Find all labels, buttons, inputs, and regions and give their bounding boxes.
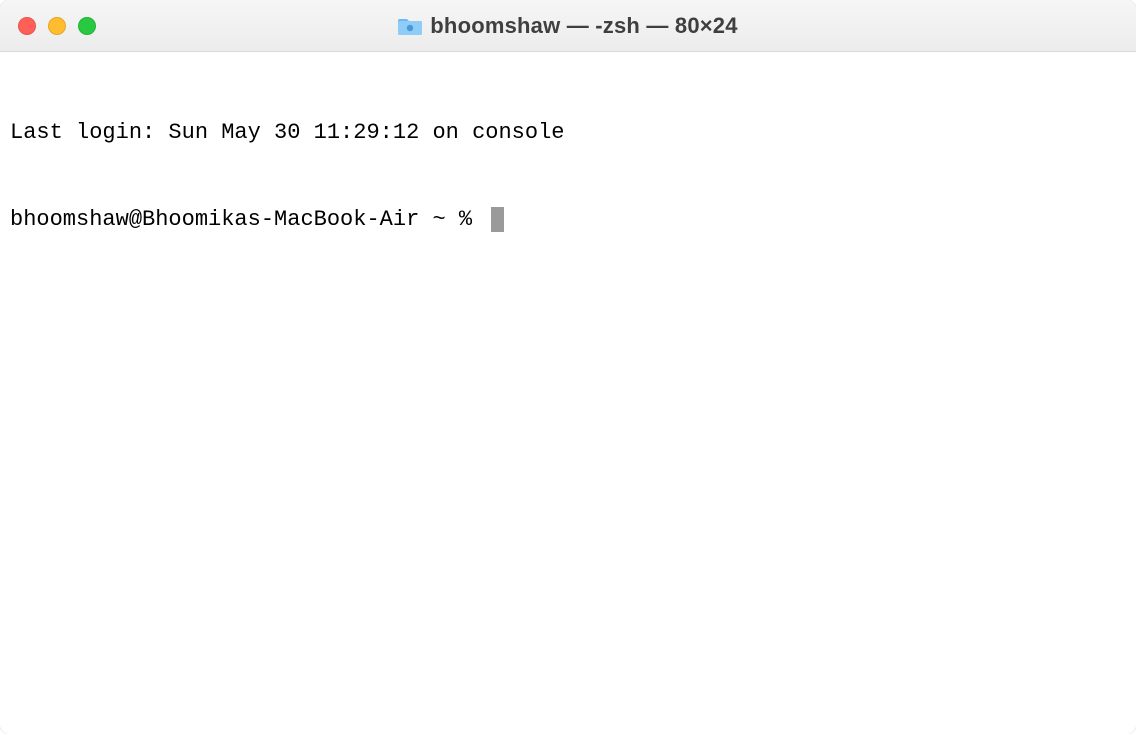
prompt-line: bhoomshaw@Bhoomikas-MacBook-Air ~ % xyxy=(10,205,1126,234)
terminal-body[interactable]: Last login: Sun May 30 11:29:12 on conso… xyxy=(0,52,1136,734)
terminal-window: bhoomshaw — -zsh — 80×24 Last login: Sun… xyxy=(0,0,1136,734)
traffic-lights xyxy=(18,17,96,35)
zoom-button[interactable] xyxy=(78,17,96,35)
folder-icon xyxy=(398,16,422,36)
last-login-line: Last login: Sun May 30 11:29:12 on conso… xyxy=(10,118,1126,147)
shell-prompt: bhoomshaw@Bhoomikas-MacBook-Air ~ % xyxy=(10,205,485,234)
window-title: bhoomshaw — -zsh — 80×24 xyxy=(430,13,737,39)
titlebar[interactable]: bhoomshaw — -zsh — 80×24 xyxy=(0,0,1136,52)
cursor[interactable] xyxy=(491,207,504,232)
minimize-button[interactable] xyxy=(48,17,66,35)
title-wrap: bhoomshaw — -zsh — 80×24 xyxy=(0,13,1136,39)
close-button[interactable] xyxy=(18,17,36,35)
